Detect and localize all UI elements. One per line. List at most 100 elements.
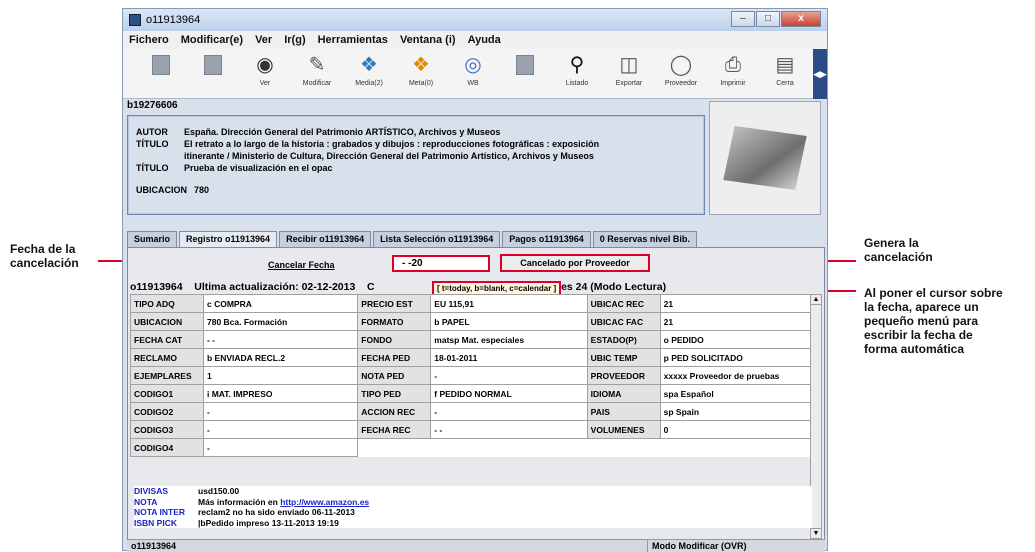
field-value[interactable] (660, 438, 815, 457)
author-value: España. Dirección General del Patrimonio… (184, 127, 501, 137)
media-button[interactable]: ❖ Media(2) (343, 53, 395, 87)
field-value[interactable]: p PED SOLICITADO (659, 348, 816, 367)
print-button[interactable]: ⎙ Imprimir (707, 53, 759, 87)
record-status-line: o11913964 Ultima actualización: 02-12-20… (130, 281, 666, 293)
field-label (587, 438, 661, 457)
field-value[interactable]: b PAPEL (430, 312, 588, 331)
field-label: FONDO (357, 330, 432, 349)
field-value[interactable]: - (202, 402, 359, 421)
export-button[interactable]: ◫ Exportar (603, 53, 655, 87)
field-label: UBICAC REC (586, 294, 661, 313)
app-icon (129, 14, 141, 26)
status-bar-record: o11913964 (131, 541, 177, 551)
note-row: NOTA Más información en http://www.amazon… (134, 497, 812, 508)
status-prefix: C (366, 281, 375, 293)
menu-ver[interactable]: Ver (255, 34, 272, 46)
tab-reservas[interactable]: 0 Reservas nivel Bib. (592, 231, 697, 247)
table-row: EJEMPLARES 1 NOTA PED - PROVEEDOR xxxxx Prove… (130, 366, 816, 385)
tab-lista-seleccion[interactable]: Lista Selección o11913964 (373, 231, 501, 247)
tab-registro[interactable]: Registro o11913964 (179, 231, 278, 247)
tab-recibir[interactable]: Recibir o11913964 (279, 231, 372, 247)
field-value[interactable]: i MAT. IMPRESO (202, 384, 359, 403)
field-value[interactable]: c COMPRA (202, 294, 359, 313)
field-value[interactable]: - (430, 402, 588, 421)
table-row: CODIGO4- (130, 438, 815, 457)
tab-pagos[interactable]: Pagos o11913964 (502, 231, 591, 247)
field-value[interactable]: - (430, 366, 588, 385)
minimize-button[interactable]: – (731, 11, 755, 27)
bibliographic-summary: AUTOR España. Dirección General del Patri… (127, 115, 705, 215)
toolbar-button-disabled-3 (499, 53, 551, 80)
field-value[interactable]: EU 115,91 (430, 294, 588, 313)
edit-icon: ✎ (308, 54, 326, 76)
table-row: CODIGO2- ACCION REC - PAIS sp Spain (130, 402, 816, 421)
web-button[interactable]: ◎ WB (447, 53, 499, 87)
toolbar-scroll-arrows[interactable]: ◀▶ (813, 49, 827, 99)
field-label: TIPO PED (357, 384, 432, 403)
list-button[interactable]: ⚲ Listado (551, 53, 603, 87)
field-value[interactable]: 21 (659, 312, 816, 331)
menu-fichero[interactable]: Fichero (129, 34, 169, 46)
field-value[interactable]: - (202, 420, 359, 439)
field-label: FECHA REC (357, 420, 432, 439)
field-value[interactable]: - - (202, 330, 359, 349)
edit-button[interactable]: ✎ Modificar (291, 53, 343, 87)
annotation-text: Genera la (864, 236, 919, 250)
field-value[interactable]: - (202, 438, 359, 457)
view-icon: ◉ (256, 54, 274, 76)
notes-section: DIVISAS usd150.00 NOTA Más información en … (134, 486, 812, 528)
field-label: VOLUMENES (586, 420, 661, 439)
amazon-link[interactable]: http://www.amazon.es (280, 497, 369, 508)
close-doc-icon: ▤ (775, 54, 795, 76)
field-label: UBICACION (136, 185, 187, 195)
field-value[interactable]: b ENVIADA RECL.2 (202, 348, 359, 367)
toolbar-label: Meta(0) (408, 80, 434, 87)
field-value[interactable]: sp Spain (659, 402, 816, 421)
field-value[interactable]: - - (430, 420, 588, 439)
field-label: TIPO ADQ (130, 294, 204, 313)
scroll-down-icon[interactable]: ▼ (811, 528, 821, 538)
field-value[interactable]: 780 Bca. Formación (202, 312, 359, 331)
field-value[interactable]: matsp Mat. especiales (430, 330, 588, 349)
toolbar-button-disabled-2 (187, 53, 239, 80)
field-value[interactable]: 21 (659, 294, 816, 313)
menu-ventana[interactable]: Ventana (i) (400, 34, 456, 46)
cancel-date-input[interactable]: - -20 (392, 255, 490, 272)
field-value[interactable]: xxxxx Proveedor de pruebas (659, 366, 816, 385)
toolbar-label: Media(2) (355, 80, 383, 87)
field-value[interactable]: 0 (659, 420, 816, 439)
menu-modificar[interactable]: Modificar(e) (181, 34, 243, 46)
window-controls: – □ x (731, 11, 821, 27)
field-value[interactable] (430, 438, 588, 457)
export-icon: ◫ (619, 54, 639, 76)
cancel-by-vendor-button[interactable]: Cancelado por Proveedor (500, 254, 650, 272)
field-value[interactable]: spa Español (659, 384, 816, 403)
print-icon: ⎙ (725, 54, 741, 76)
table-row: FECHA CAT - - FONDO matsp Mat. especiales ES… (130, 330, 816, 349)
view-button[interactable]: ◉ Ver (239, 53, 291, 87)
menu-herramientas[interactable]: Herramientas (318, 34, 388, 46)
menu-ir[interactable]: Ir(g) (284, 34, 305, 46)
toolbar: ◉ Ver ✎ Modificar ❖ Media(2) ❖ Meta(0) ◎ WB ⚲… (123, 49, 827, 99)
close-doc-button[interactable]: ▤ Cerra (759, 53, 811, 87)
field-label: CODIGO4 (130, 438, 204, 457)
scroll-up-icon[interactable]: ▲ (811, 295, 821, 305)
field-label (357, 438, 431, 457)
meta-button[interactable]: ❖ Meta(0) (395, 53, 447, 87)
field-label: PRECIO EST (357, 294, 432, 313)
maximize-button[interactable]: □ (756, 11, 780, 27)
field-label: IDIOMA (586, 384, 661, 403)
toolbar-button-disabled-1 (135, 53, 187, 80)
note-key: ISBN PICK (134, 517, 177, 528)
toolbar-label: Ver (259, 80, 271, 87)
close-button[interactable]: x (781, 11, 821, 27)
tab-sumario[interactable]: Sumario (127, 231, 178, 247)
field-value[interactable]: o PEDIDO (659, 330, 816, 349)
toolbar-label: Imprimir (720, 80, 746, 87)
vendor-button[interactable]: ◯ Proveedor (655, 53, 707, 87)
vendor-icon: ◯ (669, 54, 693, 76)
field-value[interactable]: 1 (202, 366, 359, 385)
menu-ayuda[interactable]: Ayuda (468, 34, 501, 46)
field-value[interactable]: f PEDIDO NORMAL (430, 384, 588, 403)
field-value[interactable]: 18-01-2011 (430, 348, 588, 367)
